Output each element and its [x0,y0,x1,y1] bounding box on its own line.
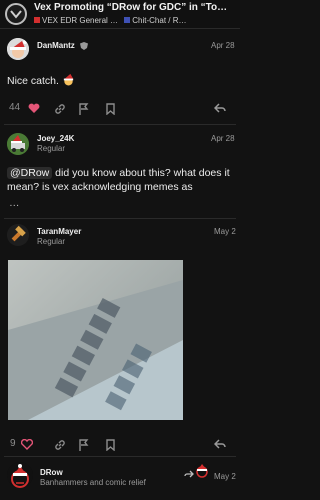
like-count: 9 [10,438,16,449]
link-icon[interactable] [54,103,66,115]
user-mention[interactable]: @DRow [7,167,53,179]
avatar[interactable] [7,38,29,60]
post-date[interactable]: Apr 28 [211,134,235,143]
user-title: Regular [37,144,66,153]
avatar[interactable] [7,224,29,246]
user-title: Regular [37,237,66,246]
topic-header: Vex Promoting “DRow for GDC” in “Tower T… [0,0,240,29]
like-count: 44 [9,102,21,113]
shield-icon [80,42,88,50]
post-body: @DRow did you know about this? what does… [7,166,233,194]
post-username[interactable]: DRow [40,468,63,477]
post-date[interactable]: Apr 28 [211,41,235,50]
subcategory-color-badge [124,17,131,23]
more-text: … [9,197,20,209]
chevron-down-icon[interactable] [5,3,27,25]
user-title: Banhammers and comic relief [40,478,146,487]
post-username[interactable]: TaranMayer [37,227,81,236]
breadcrumb: VEX EDR General … Chit-Chat / R… [34,16,238,25]
post-body: Nice catch. [7,73,75,88]
reply-icon[interactable] [214,439,226,449]
post-divider [4,456,236,457]
post-divider [4,218,236,219]
bookmark-icon[interactable] [106,439,115,451]
post-text: Nice catch. [7,75,59,87]
post-actions: 9 [0,437,240,453]
post-date[interactable]: May 2 [214,472,236,481]
post-username[interactable]: DanMantz [37,41,75,50]
breadcrumb-category[interactable]: VEX EDR General … [42,16,118,25]
category-color-badge [34,17,40,23]
flag-icon[interactable] [79,439,89,451]
post-actions: 44 [0,101,240,117]
post-divider [4,124,236,125]
breadcrumb-subcategory[interactable]: Chit-Chat / R… [132,16,186,25]
post-image[interactable] [8,260,183,420]
bookmark-icon[interactable] [106,103,115,115]
link-icon[interactable] [54,439,66,451]
post-username[interactable]: Joey_24K [37,134,74,143]
flag-icon[interactable] [79,103,89,115]
avatar[interactable] [7,133,29,155]
reply-to-icon[interactable] [184,470,194,478]
heart-icon[interactable] [28,103,40,114]
topic-title[interactable]: Vex Promoting “DRow for GDC” in “Tower T… [34,2,234,13]
heart-icon[interactable] [21,439,33,450]
santa-emoji-icon [63,73,74,86]
avatar[interactable] [7,462,33,488]
reply-icon[interactable] [214,103,226,113]
post-date[interactable]: May 2 [214,227,236,236]
reply-to-avatar[interactable] [194,462,210,478]
